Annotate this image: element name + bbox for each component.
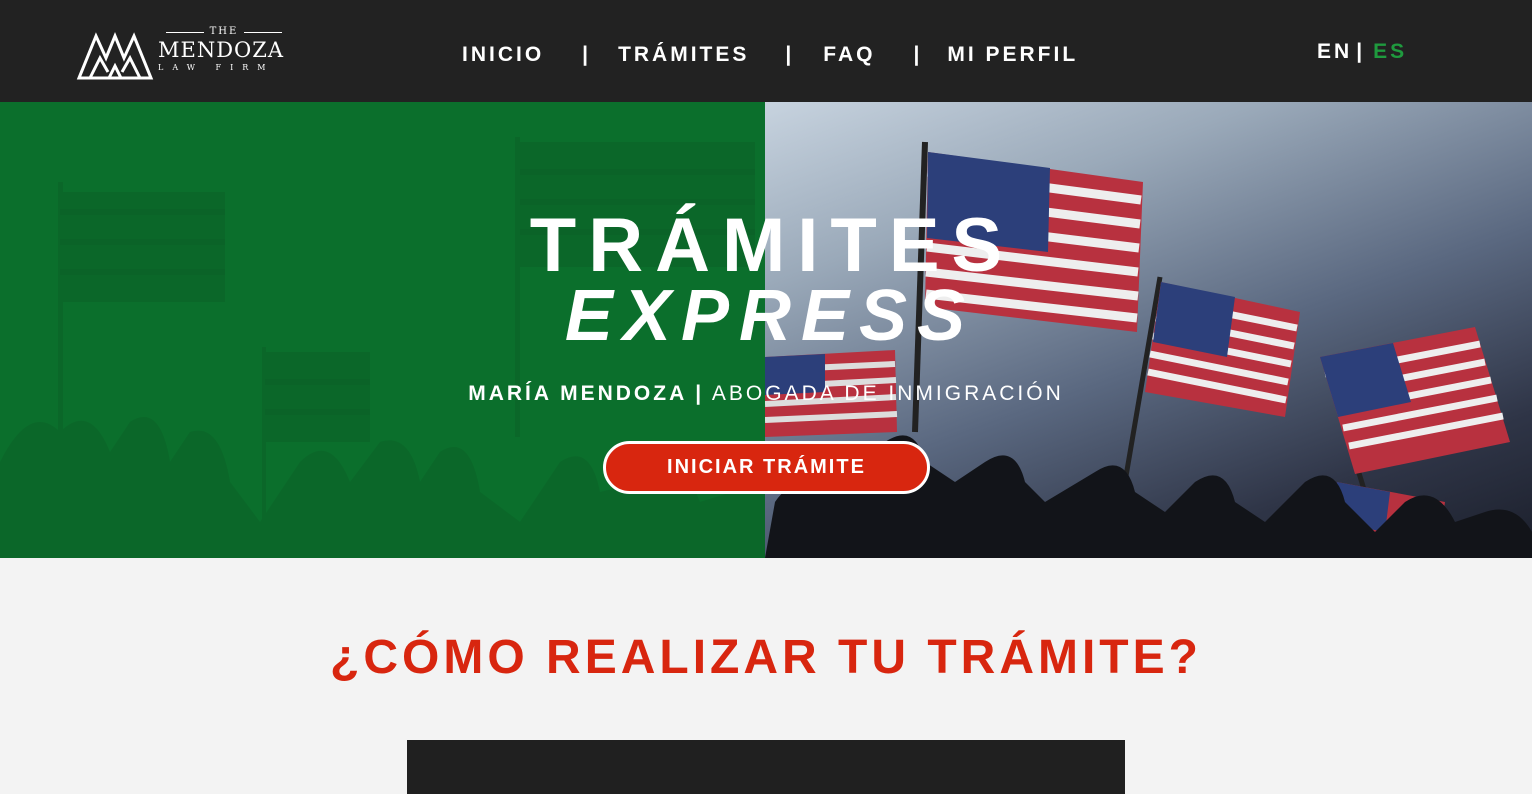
- lang-es-link[interactable]: ES: [1373, 40, 1407, 64]
- nav-item-mi-perfil[interactable]: MI PERFIL: [947, 43, 1078, 67]
- how-to-section: ¿CÓMO REALIZAR TU TRÁMITE?: [0, 558, 1532, 794]
- nav-item-faq[interactable]: FAQ: [823, 43, 875, 67]
- hero-title: TRÁMITES: [529, 203, 1015, 288]
- hero-subtitle: MARÍA MENDOZA | ABOGADA DE INMIGRACIÓN: [0, 382, 1532, 406]
- logo-mark-icon: [76, 32, 154, 80]
- hero-banner: TRÁMITES EXPRESS MARÍA MENDOZA | ABOGADA…: [0, 102, 1532, 558]
- hero-subtitle-name: MARÍA MENDOZA |: [468, 382, 705, 405]
- logo-sub-text: LAW FIRM: [158, 63, 275, 72]
- logo-the-text: THE: [158, 26, 290, 37]
- hero-subtitle-role: ABOGADA DE INMIGRACIÓN: [711, 382, 1064, 405]
- iniciar-tramite-button[interactable]: INICIAR TRÁMITE: [603, 441, 930, 494]
- logo-name-text: MENDOZA: [158, 38, 285, 62]
- nav-separator: |: [785, 43, 792, 66]
- lang-separator: |: [1356, 40, 1366, 63]
- nav-item-tramites[interactable]: TRÁMITES: [618, 43, 749, 67]
- site-header: THE MENDOZA LAW FIRM INICIO | TRÁMITES |…: [0, 0, 1532, 102]
- nav-separator: |: [913, 43, 920, 66]
- language-switcher: EN | ES: [1317, 40, 1407, 64]
- lang-en-link[interactable]: EN: [1317, 40, 1352, 64]
- nav-separator: |: [582, 43, 589, 66]
- video-player[interactable]: [407, 740, 1125, 794]
- nav-item-inicio[interactable]: INICIO: [462, 43, 544, 67]
- mendoza-law-firm-logo[interactable]: THE MENDOZA LAW FIRM: [76, 26, 296, 82]
- hero-title-express: EXPRESS: [564, 276, 976, 356]
- section-title: ¿CÓMO REALIZAR TU TRÁMITE?: [330, 631, 1202, 684]
- main-nav: INICIO | TRÁMITES | FAQ | MI PERFIL: [462, 40, 1078, 70]
